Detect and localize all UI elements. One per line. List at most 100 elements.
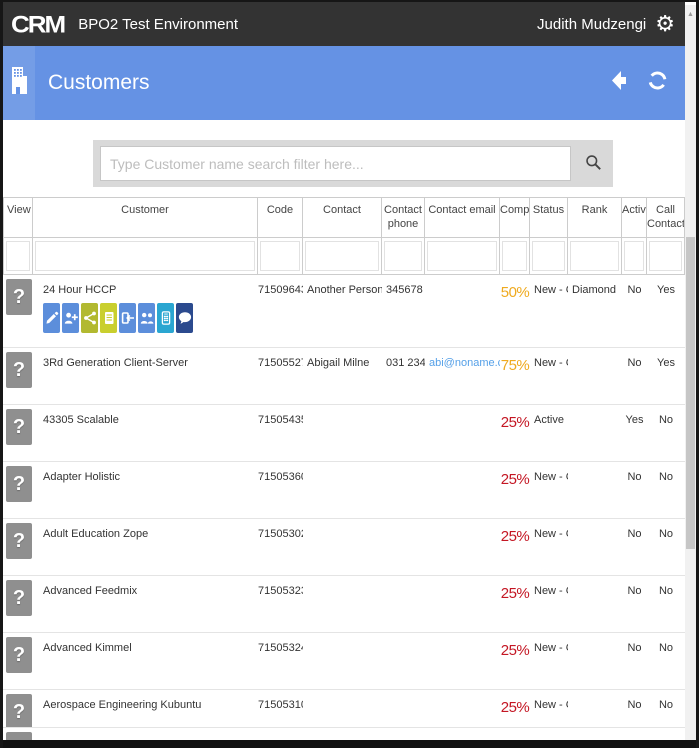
search-bar bbox=[93, 140, 613, 187]
search-icon[interactable] bbox=[585, 154, 602, 176]
scrollbar-thumb[interactable] bbox=[686, 237, 695, 549]
customer-name: Aerospace Engineering Kubuntu bbox=[43, 699, 202, 711]
view-customer-button[interactable]: ? bbox=[6, 352, 32, 388]
customer-row[interactable]: ? Advanced Feedmix 71505323 25% New - CRM No N… bbox=[3, 576, 685, 633]
customer-row[interactable]: ? Aerospace Engineering Kubuntu 71505310 25… bbox=[3, 690, 685, 728]
view-customer-button[interactable]: ? bbox=[6, 637, 32, 673]
current-user-name: Judith Mudzengi bbox=[537, 15, 647, 33]
filter-active-input[interactable] bbox=[624, 241, 644, 271]
cell-call-contact: No bbox=[658, 642, 674, 654]
cell-code: 71505310 bbox=[258, 699, 303, 711]
cell-call-contact: No bbox=[658, 528, 674, 540]
view-customer-button[interactable]: ? bbox=[6, 466, 32, 502]
refresh-button[interactable] bbox=[646, 69, 669, 97]
customer-row[interactable]: ? Adapter Holistic 71505360 25% New - CRM No N… bbox=[3, 462, 685, 519]
cell-call-contact: Yes bbox=[657, 357, 675, 369]
cell-contact-email bbox=[425, 633, 500, 689]
col-header-view[interactable]: View bbox=[3, 198, 33, 237]
filter-name-input[interactable] bbox=[35, 241, 255, 271]
cell-contact-phone: 031 234 567 bbox=[386, 357, 425, 369]
cell-contact bbox=[303, 462, 382, 518]
customer-name: 24 Hour HCCP bbox=[43, 284, 117, 296]
cell-rank bbox=[568, 462, 622, 518]
cell-contact bbox=[303, 633, 382, 689]
cell-customer: 24 Hour HCCP bbox=[33, 275, 258, 347]
cell-contact-email bbox=[425, 519, 500, 575]
filter-rank-input[interactable] bbox=[570, 241, 619, 271]
customer-grid: View Customer Code Contact Contact phone Cont… bbox=[3, 197, 685, 743]
cell-code: 71505527 bbox=[258, 357, 303, 369]
filter-code-input[interactable] bbox=[260, 241, 300, 271]
share-button[interactable] bbox=[81, 303, 98, 333]
customer-row[interactable]: ? 3Rd Generation Client-Server 71505527 Abi… bbox=[3, 348, 685, 405]
filter-contact-input[interactable] bbox=[305, 241, 379, 271]
row-action-toolbar bbox=[43, 303, 258, 333]
building-icon bbox=[9, 67, 29, 99]
cell-code: 71509643 bbox=[258, 284, 303, 296]
filter-cell-view bbox=[3, 238, 33, 274]
cell-call-contact: No bbox=[658, 585, 674, 597]
sign-in-button[interactable] bbox=[119, 303, 136, 333]
col-header-phone[interactable]: Contact phone bbox=[382, 198, 425, 237]
col-header-active[interactable]: Active bbox=[622, 198, 647, 237]
view-customer-button[interactable]: ? bbox=[6, 580, 32, 616]
view-customer-button[interactable]: ? bbox=[6, 279, 32, 315]
cell-view: ? bbox=[3, 348, 33, 404]
customer-row[interactable]: ? Advanced Kimmel 71505324 25% New - CRM No No bbox=[3, 633, 685, 690]
filter-cell-code bbox=[258, 238, 303, 274]
view-customer-button[interactable]: ? bbox=[6, 409, 32, 445]
filter-cell-email bbox=[425, 238, 500, 274]
view-customer-button[interactable]: ? bbox=[6, 523, 32, 559]
col-header-rank[interactable]: Rank bbox=[568, 198, 622, 237]
sign-in-icon bbox=[121, 311, 135, 325]
notes-button[interactable] bbox=[100, 303, 117, 333]
filter-status-input[interactable] bbox=[532, 241, 565, 271]
refresh-icon bbox=[646, 69, 669, 97]
cell-customer: 3Rd Generation Client-Server bbox=[33, 348, 258, 404]
filter-call_contact-input[interactable] bbox=[649, 241, 682, 271]
filter-view-input[interactable] bbox=[6, 241, 30, 271]
col-header-complete[interactable]: Complete bbox=[500, 198, 530, 237]
footer-bar bbox=[3, 740, 696, 748]
back-button[interactable] bbox=[610, 69, 634, 97]
col-header-call_contact[interactable]: Call Contact bbox=[647, 198, 685, 237]
cell-contact bbox=[303, 576, 382, 632]
customer-row[interactable]: ? 24 Hour HCCP 71509643 Another Person 34567… bbox=[3, 275, 685, 348]
edit-button[interactable] bbox=[43, 303, 60, 333]
settings-gear-icon[interactable]: ⚙ bbox=[655, 13, 675, 35]
cell-active: No bbox=[627, 471, 642, 483]
share-icon bbox=[83, 311, 97, 325]
col-header-email[interactable]: Contact email bbox=[425, 198, 500, 237]
cell-active: No bbox=[627, 284, 642, 296]
vertical-scrollbar[interactable]: ▲ bbox=[685, 5, 696, 740]
top-bar: CRM BPO2 Test Environment Judith Mudzeng… bbox=[3, 2, 685, 46]
email-link[interactable]: abi@noname.com bbox=[429, 357, 500, 369]
customers-module-button[interactable] bbox=[3, 46, 35, 120]
contacts-button[interactable] bbox=[138, 303, 155, 333]
chat-button[interactable] bbox=[176, 303, 193, 333]
search-input[interactable] bbox=[100, 146, 571, 181]
cell-contact-email bbox=[425, 405, 500, 461]
filter-complete-input[interactable] bbox=[502, 241, 527, 271]
col-header-status[interactable]: Status bbox=[530, 198, 568, 237]
add-contact-button[interactable] bbox=[62, 303, 79, 333]
view-customer-button[interactable]: ? bbox=[6, 694, 32, 727]
cell-contact-phone bbox=[382, 576, 425, 632]
cell-contact: Abigail Milne bbox=[307, 357, 370, 369]
cell-status: New - CRM bbox=[534, 699, 568, 711]
col-header-contact[interactable]: Contact bbox=[303, 198, 382, 237]
cell-code: 71505360 bbox=[258, 471, 303, 483]
customer-row[interactable]: ? 43305 Scalable 71505435 25% Active Yes No bbox=[3, 405, 685, 462]
col-header-name[interactable]: Customer bbox=[33, 198, 258, 237]
filter-phone-input[interactable] bbox=[384, 241, 422, 271]
cell-code: 71505324 bbox=[258, 642, 303, 654]
filter-cell-active bbox=[622, 238, 647, 274]
environment-title: BPO2 Test Environment bbox=[78, 15, 239, 33]
filter-email-input[interactable] bbox=[427, 241, 497, 271]
cell-complete: 25% bbox=[500, 690, 530, 727]
keypad-button[interactable] bbox=[157, 303, 174, 333]
col-header-code[interactable]: Code bbox=[258, 198, 303, 237]
cell-active: No bbox=[627, 357, 642, 369]
customer-row[interactable]: ? Adult Education Zope 71505302 25% New - CR… bbox=[3, 519, 685, 576]
scroll-up-icon[interactable]: ▲ bbox=[685, 5, 696, 18]
